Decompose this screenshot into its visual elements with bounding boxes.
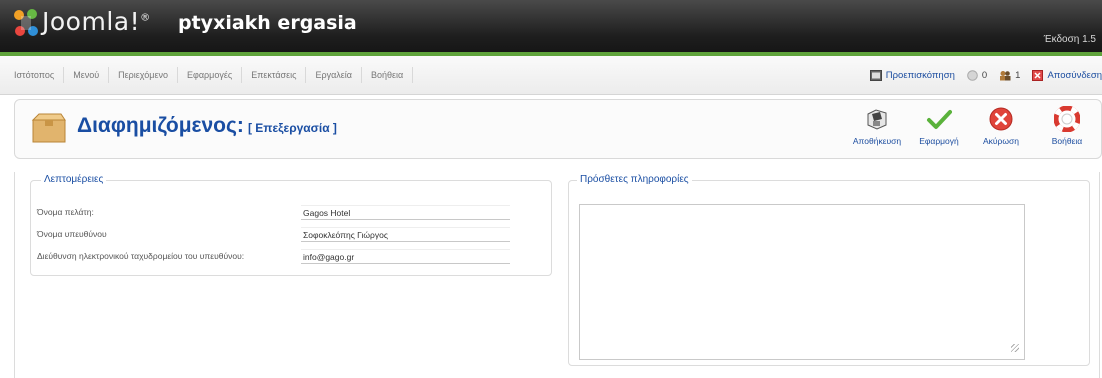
cancel-label: Ακύρωση	[982, 136, 1019, 146]
page-title: Διαφημιζόμενος:[ Επεξεργασία ]	[77, 114, 337, 137]
cancel-button[interactable]: Ακύρωση	[975, 104, 1027, 154]
users-icon	[1000, 70, 1011, 80]
contact-email-label: Διεύθυνση ηλεκτρονικού ταχυδρομείου του …	[37, 251, 245, 261]
preview-label: Προεπισκόπηση	[885, 69, 955, 81]
version-label: Έκδοση 1.5	[1043, 34, 1096, 45]
menu-item-content[interactable]: Περιεχόμενο	[109, 67, 178, 83]
details-fieldset: Λεπτομέρειες Όνομα πελάτη: Όνομα υπευθύν…	[30, 174, 552, 276]
joomla-logo-text: Joomla!®	[42, 7, 151, 36]
extra-info-textarea[interactable]	[579, 204, 1025, 360]
messages-icon	[967, 69, 978, 81]
preview-link[interactable]: Προεπισκόπηση	[869, 69, 955, 81]
save-button[interactable]: Αποθήκευση	[851, 104, 903, 154]
menu-item-help[interactable]: Βοήθεια	[362, 67, 414, 83]
apply-button[interactable]: Εφαρμογή	[913, 104, 965, 154]
page-subtitle: [ Επεξεργασία ]	[247, 121, 337, 135]
logout-icon	[1032, 69, 1044, 81]
preview-icon	[869, 69, 882, 81]
users-status[interactable]: 1	[999, 70, 1020, 81]
extra-info-fieldset: Πρόσθετες πληροφορίες	[568, 174, 1090, 366]
contact-name-input[interactable]	[301, 227, 510, 242]
messages-status[interactable]: 0	[967, 70, 987, 81]
logout-label: Αποσύνδεση	[1047, 69, 1102, 81]
save-icon	[867, 109, 887, 130]
menu-item-site[interactable]: Ιστότοπος	[0, 67, 65, 83]
users-count: 1	[1015, 69, 1021, 81]
help-label: Βοήθεια	[1051, 136, 1083, 146]
client-name-input[interactable]	[301, 205, 510, 220]
site-name: ptyxiakh ergasia	[178, 12, 357, 34]
textarea-resize-handle[interactable]	[1011, 344, 1019, 352]
apply-label: Εφαρμογή	[919, 136, 959, 146]
apply-icon	[927, 110, 952, 129]
joomla-logo-icon	[14, 9, 38, 36]
main-menu-bar: Ιστότοπος Μενού Περιεχόμενο Εφαρμογές Επ…	[0, 56, 1102, 95]
content-left-border	[14, 172, 15, 378]
menu-item-extensions[interactable]: Επεκτάσεις	[242, 67, 307, 83]
status-area: Προεπισκόπηση 0 1 Αποσύνδεση	[869, 56, 1102, 94]
menu-item-menus[interactable]: Μενού	[64, 67, 110, 83]
help-button[interactable]: Βοήθεια	[1041, 104, 1093, 154]
menu-item-components[interactable]: Εφαρμογές	[178, 67, 243, 83]
cancel-icon	[989, 107, 1013, 131]
menu-items: Ιστότοπος Μενού Περιεχόμενο Εφαρμογές Επ…	[0, 56, 414, 94]
contact-name-label: Όνομα υπευθύνου	[37, 229, 107, 239]
contact-email-input[interactable]	[301, 249, 510, 264]
logout-link[interactable]: Αποσύνδεση	[1032, 69, 1102, 81]
advertiser-box-icon	[31, 113, 66, 143]
details-legend: Λεπτομέρειες	[41, 174, 107, 185]
extra-info-legend: Πρόσθετες πληροφορίες	[577, 174, 692, 185]
help-icon	[1054, 106, 1080, 132]
client-name-label: Όνομα πελάτη:	[37, 207, 94, 217]
toolbar: Διαφημιζόμενος:[ Επεξεργασία ] Αποθήκευσ…	[14, 99, 1102, 159]
save-label: Αποθήκευση	[852, 136, 902, 146]
messages-count: 0	[981, 69, 988, 81]
content-right-border	[1099, 172, 1100, 378]
menu-item-tools[interactable]: Εργαλεία	[306, 67, 363, 83]
top-header: Joomla!® ptyxiakh ergasia Έκδοση 1.5	[0, 0, 1102, 56]
